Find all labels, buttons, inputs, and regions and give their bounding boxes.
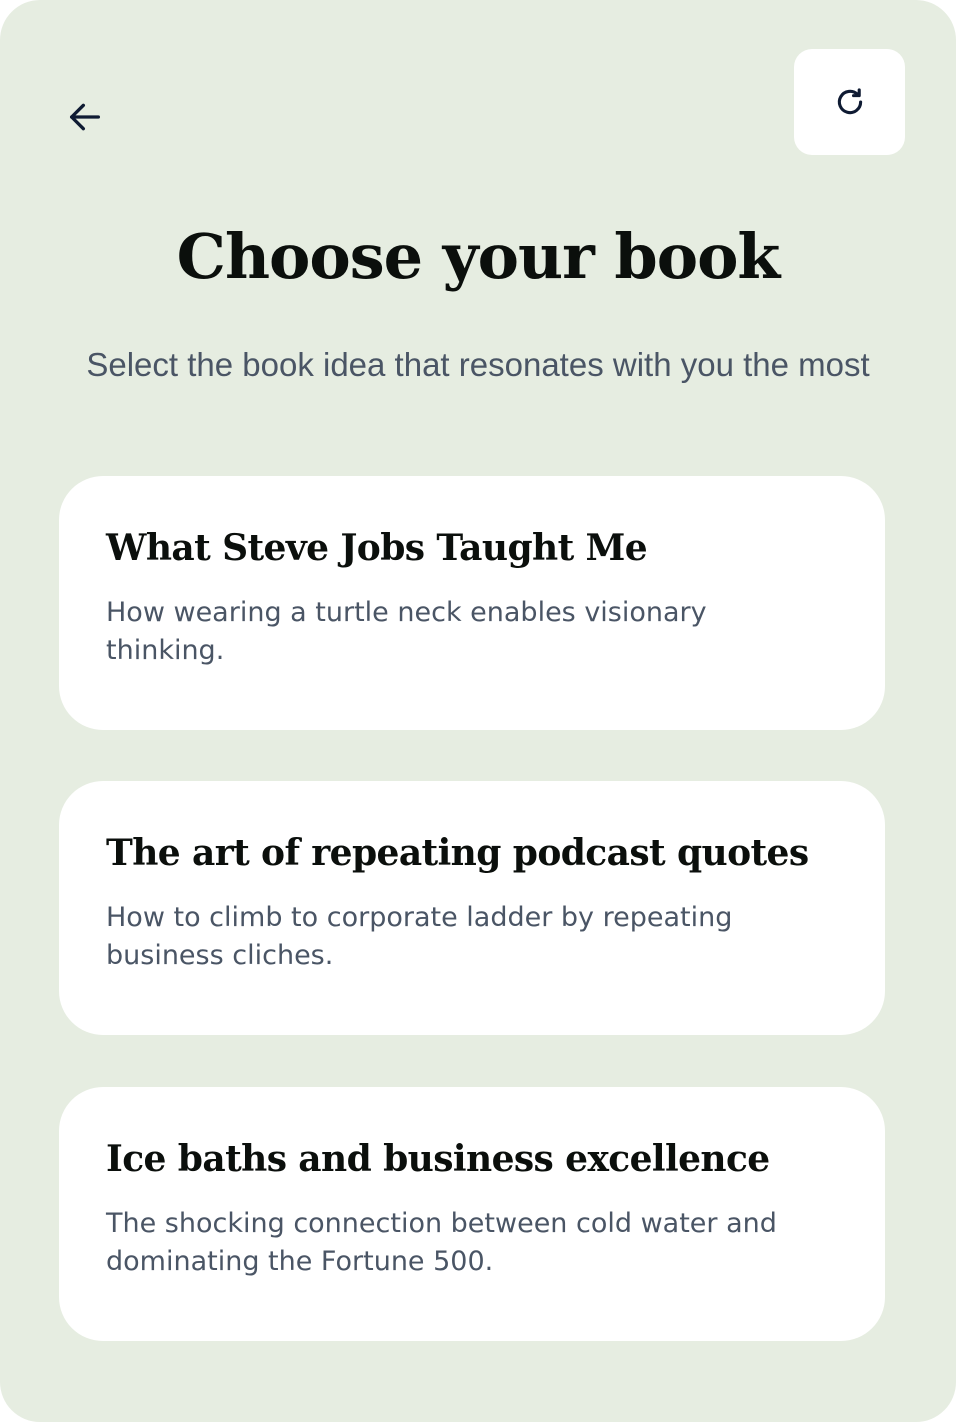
book-title: What Steve Jobs Taught Me — [106, 527, 648, 569]
back-button[interactable] — [58, 90, 112, 144]
book-option-card[interactable]: The art of repeating podcast quotes How … — [59, 781, 885, 1035]
refresh-icon — [837, 88, 862, 115]
page-title: Choose your book — [176, 220, 781, 293]
arrow-left-icon — [70, 103, 101, 131]
book-option-card[interactable]: Ice baths and business excellence The sh… — [59, 1087, 885, 1341]
refresh-button[interactable] — [794, 49, 905, 155]
book-title: The art of repeating podcast quotes — [106, 832, 809, 874]
book-selection-panel: Choose your book Select the book idea th… — [0, 0, 956, 1422]
book-description: The shocking connection between cold wat… — [106, 1208, 777, 1277]
book-title: Ice baths and business excellence — [106, 1138, 770, 1180]
page-subtitle: Select the book idea that resonates with… — [86, 346, 870, 383]
book-option-card[interactable]: What Steve Jobs Taught Me How wearing a … — [59, 476, 885, 730]
book-description: How wearing a turtle neck enables vision… — [106, 597, 707, 666]
book-description: How to climb to corporate ladder by repe… — [106, 902, 733, 971]
